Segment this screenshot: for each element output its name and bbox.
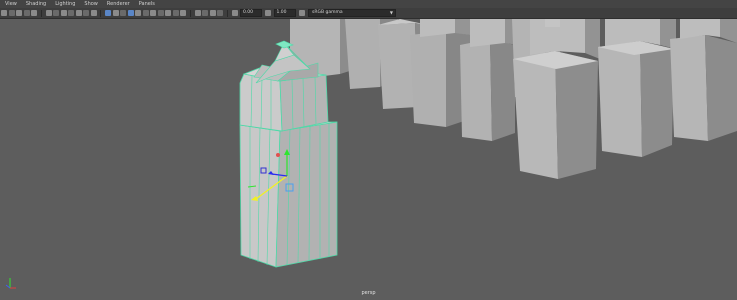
gamma-field[interactable]: 1.00 — [273, 9, 296, 17]
gate-mask-icon[interactable] — [68, 10, 74, 16]
backface-culling-icon[interactable] — [217, 10, 223, 16]
menu-show[interactable]: Show — [84, 0, 98, 8]
grid-icon[interactable] — [45, 10, 52, 16]
toolbar-divider — [40, 9, 42, 17]
building-near-3 — [670, 19, 737, 141]
depth-of-field-icon[interactable] — [180, 10, 186, 16]
wireframe-icon[interactable] — [105, 10, 111, 16]
lock-camera-icon[interactable] — [8, 10, 15, 16]
safe-title-icon[interactable] — [90, 10, 97, 16]
toolbar-divider — [100, 9, 101, 17]
exposure-icon[interactable] — [231, 10, 238, 16]
menu-shading[interactable]: Shading — [26, 0, 46, 8]
lighting-icon[interactable] — [142, 10, 149, 16]
panel-menubar: View Shading Lighting Show Renderer Pane… — [0, 0, 737, 8]
bookmarks-icon[interactable] — [23, 10, 30, 16]
film-gate-icon[interactable] — [53, 10, 59, 16]
color-management-icon[interactable] — [298, 10, 305, 16]
building-near-2 — [598, 19, 676, 157]
wireframe-on-shaded-icon[interactable] — [127, 10, 134, 16]
gamma-icon[interactable] — [265, 10, 271, 16]
field-chart-icon[interactable] — [75, 10, 82, 16]
select-camera-icon[interactable] — [1, 10, 7, 16]
toolbar-divider — [189, 9, 191, 17]
isolate-select-icon[interactable] — [194, 10, 201, 16]
menu-renderer[interactable]: Renderer — [107, 0, 130, 8]
color-space-label: sRGB gamma — [312, 10, 343, 15]
move-plane-handle-yz[interactable] — [276, 153, 280, 157]
camera-name-label: persp — [361, 290, 376, 296]
xray-joints-icon[interactable] — [209, 10, 216, 16]
menu-view[interactable]: View — [5, 0, 17, 8]
view-axis-indicator — [5, 278, 16, 289]
color-space-dropdown[interactable]: sRGB gamma ▼ — [308, 9, 396, 17]
shadows-icon[interactable] — [150, 10, 156, 16]
safe-action-icon[interactable] — [83, 10, 89, 16]
panel-toolbar: 0.00 1.00 sRGB gamma ▼ — [0, 8, 737, 19]
perspective-viewport[interactable] — [0, 19, 737, 300]
motion-blur-icon[interactable] — [165, 10, 171, 16]
menu-panels[interactable]: Panels — [139, 0, 155, 8]
exposure-field[interactable]: 0.00 — [240, 9, 262, 17]
image-plane-icon[interactable] — [31, 10, 37, 16]
resolution-gate-icon[interactable] — [60, 10, 67, 16]
camera-attributes-icon[interactable] — [16, 10, 22, 16]
screen-space-ao-icon[interactable] — [157, 10, 164, 16]
viewport-canvas — [0, 19, 737, 300]
multisample-aa-icon[interactable] — [172, 10, 179, 16]
smooth-shade-icon[interactable] — [112, 10, 119, 16]
textured-icon[interactable] — [135, 10, 141, 16]
toolbar-divider — [226, 9, 228, 17]
menu-lighting[interactable]: Lighting — [55, 0, 75, 8]
xray-icon[interactable] — [202, 10, 208, 16]
use-default-material-icon[interactable] — [120, 10, 126, 16]
chevron-down-icon: ▼ — [389, 10, 393, 15]
maya-app: View Shading Lighting Show Renderer Pane… — [0, 0, 737, 300]
